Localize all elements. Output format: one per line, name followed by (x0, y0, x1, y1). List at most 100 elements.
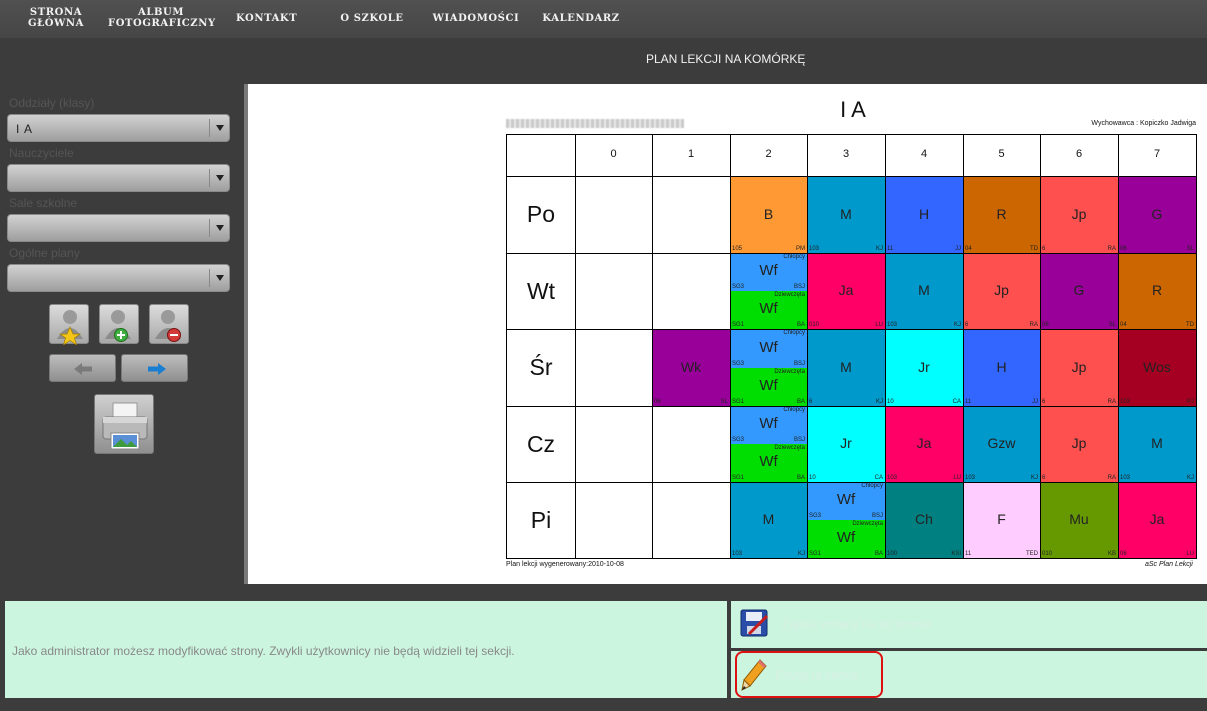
pe-group-cell[interactable]: Chłopcy Wf SG3 BSJ (730, 329, 807, 368)
nav-home[interactable]: STRONA GŁÓWNA (27, 7, 85, 29)
rooms-select[interactable] (7, 214, 230, 242)
lesson-room: 103 (1120, 399, 1131, 405)
lesson-cell[interactable]: Gzw 103 KJ (963, 406, 1040, 482)
lesson-teacher: SL (1186, 246, 1194, 252)
class-select[interactable]: I A (7, 114, 230, 142)
lesson-subject: M (762, 511, 775, 527)
day-label: Śr (529, 354, 553, 380)
teachers-label: Nauczyciele (9, 146, 74, 160)
pe-group-cell[interactable]: Chłopcy Wf SG3 BSJ (730, 406, 807, 444)
lesson-cell[interactable]: B 105 PM (730, 176, 807, 253)
next-button[interactable] (121, 354, 188, 382)
period-number: 7 (1153, 148, 1161, 160)
lesson-teacher: RA (1029, 322, 1038, 328)
lesson-subject: Jp (1071, 358, 1087, 375)
print-button[interactable] (94, 394, 154, 454)
lesson-teacher: BA (796, 399, 805, 405)
remove-user-button[interactable] (149, 304, 189, 344)
lesson-room: 11 (965, 399, 972, 405)
grid-line (507, 329, 1196, 330)
lesson-subject: B (763, 205, 774, 222)
day-label: Wt (526, 278, 556, 304)
lesson-cell[interactable]: Ja 010 LU (807, 253, 885, 329)
edit-page-label[interactable]: Edytuj tą stronę (775, 668, 858, 682)
nav-photo-album[interactable]: ALBUM FOTOGRAFICZNY (108, 7, 215, 29)
pe-group-cell[interactable]: Dziewczęta Wf SG1 BA (730, 291, 807, 329)
pe-group-cell[interactable]: Dziewczęta Wf SG1 BA (807, 520, 885, 558)
period-time (963, 167, 1040, 170)
lesson-cell[interactable]: M 103 KJ (807, 176, 885, 253)
lesson-cell[interactable]: Jp 6 RA (963, 253, 1040, 329)
lesson-subject: Wos (1143, 358, 1171, 375)
lesson-subject: M (840, 205, 852, 222)
nav-news[interactable]: WIADOMOŚCI (432, 13, 520, 24)
lesson-subject: Jr (840, 435, 852, 451)
general-plans-select[interactable] (7, 264, 230, 292)
lesson-cell[interactable]: M 103 KJ (885, 253, 963, 329)
lesson-room: 6 (1042, 399, 1046, 405)
lesson-cell[interactable]: Mu 010 KB (1040, 482, 1118, 558)
period-header: 7 (1118, 135, 1196, 177)
lesson-cell[interactable]: M 103 KJ (1118, 406, 1196, 482)
nav-contact[interactable]: KONTAKT (236, 13, 297, 24)
period-number: 6 (1075, 148, 1083, 160)
lesson-cell[interactable]: Jp 6 RA (1040, 329, 1118, 406)
timetable-grid: 0 1 2 3 4 5 6 7 Po Wt Śr Cz Pi B 105 PM M 103 KJ H 11 JJ R 04 TD… (506, 134, 1197, 559)
lesson-cell[interactable]: Ja 103 LU (885, 406, 963, 482)
lesson-teacher: BSJ (871, 513, 883, 519)
pe-group-cell[interactable]: Dziewczęta Wf SG1 BA (730, 444, 807, 482)
lesson-cell[interactable]: Jp 6 RA (1040, 176, 1118, 253)
pe-group-cell[interactable]: Chłopcy Wf SG3 BSJ (730, 253, 807, 291)
lesson-cell[interactable]: G 06 SL (1118, 176, 1196, 253)
save-changes-label[interactable]: Zapisz zmiany na tej stronie (782, 617, 931, 631)
lesson-teacher: TD (1186, 322, 1194, 328)
chevron-down-icon (209, 219, 229, 237)
lesson-room: 04 (965, 246, 972, 252)
lesson-cell[interactable]: H 11 JJ (885, 176, 963, 253)
add-user-button[interactable] (99, 304, 139, 344)
lesson-room: 06 (654, 399, 661, 405)
grid-line (507, 253, 1196, 254)
lesson-subject: H (918, 205, 930, 222)
lesson-cell[interactable]: M 103 KJ (730, 482, 807, 558)
lesson-cell[interactable]: Ch 100 KSI (885, 482, 963, 558)
pe-group-cell[interactable]: Chłopcy Wf SG3 BSJ (807, 482, 885, 520)
period-number: 0 (610, 148, 617, 160)
lesson-room: 10 (887, 399, 894, 405)
lesson-subject: F (997, 511, 1006, 527)
nav-calendar[interactable]: KALENDARZ (542, 13, 620, 24)
lesson-cell[interactable]: F 11 TED (963, 482, 1040, 558)
lesson-cell[interactable]: Wk 06 SL (652, 329, 730, 406)
lesson-teacher: LU (1186, 551, 1194, 557)
lesson-room: 103 (887, 475, 898, 481)
lesson-teacher: JJ (955, 246, 961, 252)
chevron-down-icon (209, 119, 229, 137)
lesson-cell[interactable]: Jp 6 RA (1040, 406, 1118, 482)
nav-about-school[interactable]: O SZKOLE (340, 13, 404, 24)
period-number: 1 (687, 148, 695, 160)
lesson-room: SG3 (809, 513, 822, 519)
lesson-cell[interactable]: Jr 10 CA (885, 329, 963, 406)
lesson-cell[interactable]: R 04 TD (1118, 253, 1196, 329)
lesson-cell[interactable]: H 11 JJ (963, 329, 1040, 406)
software-credit: aSc Plan Lekcji (1145, 561, 1193, 568)
lesson-cell[interactable]: Ja 06 LU (1118, 482, 1196, 558)
lesson-cell[interactable]: Jr 10 CA (807, 406, 885, 482)
lesson-cell[interactable]: Wos 103 PJ (1118, 329, 1196, 406)
homeroom-teacher: Wychowawca : Kopiczko Jadwiga (1091, 120, 1196, 127)
lesson-subject: Wf (759, 377, 778, 394)
lesson-cell[interactable]: G 06 SL (1040, 253, 1118, 329)
lesson-teacher: RA (1107, 475, 1116, 481)
generated-date: Plan lekcji wygenerowany:2010-10-08 (506, 561, 624, 568)
lesson-cell[interactable]: R 04 TD (963, 176, 1040, 253)
pe-group-cell[interactable]: Dziewczęta Wf SG1 BA (730, 368, 807, 406)
lesson-subject: Jp (1071, 435, 1087, 451)
grid-line (963, 135, 964, 558)
favorite-user-button[interactable] (49, 304, 89, 346)
day-label: Po (526, 201, 556, 227)
admin-notice-text: Jako administrator możesz modyfikować st… (12, 644, 515, 658)
printer-icon (102, 402, 148, 450)
lesson-cell[interactable]: M 6 KJ (807, 329, 885, 406)
teachers-select[interactable] (7, 164, 230, 192)
previous-button[interactable] (49, 354, 116, 382)
